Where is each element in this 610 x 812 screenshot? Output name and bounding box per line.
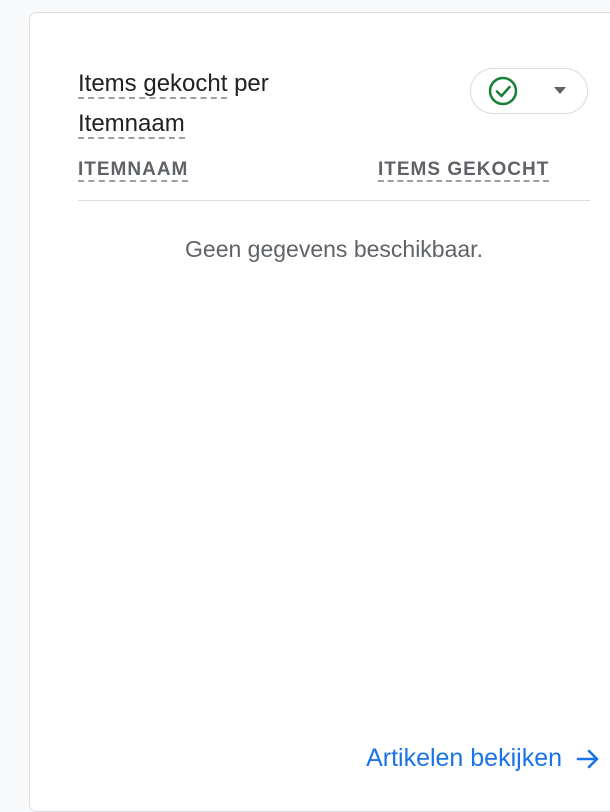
view-items-link[interactable]: Artikelen bekijken <box>366 744 602 773</box>
metric-label-items-purchased[interactable]: Items gekocht <box>78 70 228 99</box>
card-title: Items gekocht per Itemnaam <box>78 64 378 144</box>
caret-down-icon <box>554 87 566 94</box>
check-circle-icon <box>488 76 518 106</box>
status-dropdown[interactable] <box>470 68 588 114</box>
column-header-items-purchased-label: ITEMS GEKOCHT <box>378 159 550 182</box>
column-header-item-name[interactable]: ITEMNAAM <box>78 154 189 186</box>
arrow-right-icon <box>576 749 599 768</box>
title-connector: per <box>227 70 269 97</box>
table-header-divider <box>78 200 590 201</box>
column-header-items-purchased[interactable]: ITEMS GEKOCHT <box>378 154 550 186</box>
column-header-item-name-label: ITEMNAAM <box>78 159 189 182</box>
empty-state-message: Geen gegevens beschikbaar. <box>185 236 483 262</box>
view-items-link-label: Artikelen bekijken <box>366 744 562 772</box>
dimension-label-item-name[interactable]: Itemnaam <box>78 110 185 139</box>
